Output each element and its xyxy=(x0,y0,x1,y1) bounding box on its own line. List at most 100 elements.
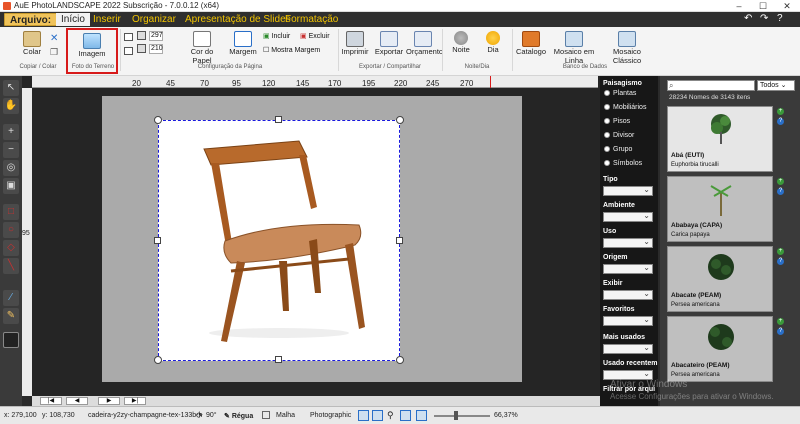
radio-grupo[interactable]: Grupo xyxy=(604,146,632,153)
radio-mobiliarios[interactable]: Mobiliários xyxy=(604,104,646,111)
add-plant-icon[interactable]: + xyxy=(777,178,784,185)
day-button[interactable]: Dia xyxy=(480,31,506,54)
resize-handle[interactable] xyxy=(396,356,404,364)
add-plant-icon[interactable]: + xyxy=(777,248,784,255)
resize-handle[interactable] xyxy=(154,356,162,364)
chair-image[interactable] xyxy=(158,120,400,361)
filter-select-ambiente[interactable] xyxy=(603,211,653,222)
plant-filter-dropdown[interactable]: Todos ⌄ xyxy=(757,80,795,91)
filter-select-origem[interactable] xyxy=(603,263,653,274)
plant-search-input[interactable] xyxy=(667,80,755,91)
plant-info-icon[interactable]: ? xyxy=(777,258,784,265)
render-mode[interactable]: Photographic xyxy=(310,412,351,419)
radio-pisos[interactable]: Pisos xyxy=(604,118,630,125)
night-button[interactable]: Noite xyxy=(448,31,474,54)
plant-card[interactable]: Abá (EUTI) Euphorbia tirucalli xyxy=(667,106,773,172)
margin-button[interactable]: Margem xyxy=(228,31,258,56)
show-margin-checkbox[interactable]: ☐ Mostra Margem xyxy=(263,46,320,54)
next-page-button[interactable]: ▶ xyxy=(98,397,120,405)
filter-select-mais-usados[interactable] xyxy=(603,343,653,354)
mosaic-line-icon xyxy=(565,31,583,47)
zoom-slider[interactable] xyxy=(434,415,490,417)
first-page-button[interactable]: |◀ xyxy=(40,397,62,405)
exclude-button[interactable]: ▣ Excluir xyxy=(300,32,330,40)
plant-info-icon[interactable]: ? xyxy=(777,118,784,125)
eyedropper-icon[interactable]: ⁄ xyxy=(3,290,19,306)
zoom-slider-thumb[interactable] xyxy=(454,411,458,420)
plant-info-icon[interactable]: ? xyxy=(777,328,784,335)
print-button[interactable]: Imprimir xyxy=(340,31,370,56)
maximize-button[interactable]: ☐ xyxy=(754,0,772,12)
copy-icon[interactable]: ❐ xyxy=(50,47,58,58)
zoom-actual-icon[interactable] xyxy=(400,410,411,421)
rectangle-tool-icon[interactable]: □ xyxy=(3,204,19,220)
radio-plantas[interactable]: Plantas xyxy=(604,90,636,97)
color-swatch[interactable] xyxy=(3,332,19,348)
frame-tool-icon[interactable]: ▣ xyxy=(3,178,19,194)
page-landscape-icon[interactable] xyxy=(124,47,133,55)
plant-card[interactable]: Ababaya (CAPA) Carica papaya xyxy=(667,176,773,242)
zoom-out-icon[interactable]: − xyxy=(3,142,19,158)
paste-button[interactable]: Colar xyxy=(18,31,46,56)
radio-simbolos[interactable]: Símbolos xyxy=(604,160,642,167)
zoom-tool-icon[interactable]: ⚲ xyxy=(387,410,394,421)
polygon-tool-icon[interactable]: ◇ xyxy=(3,240,19,256)
zoom-in-icon[interactable]: + xyxy=(3,124,19,140)
pan-tool-icon[interactable]: ✋ xyxy=(3,98,19,114)
select-tool-icon[interactable]: ↖ xyxy=(3,80,19,96)
plant-info-icon[interactable]: ? xyxy=(777,188,784,195)
add-plant-icon[interactable]: + xyxy=(777,108,784,115)
rotate-icon[interactable]: ⟳ xyxy=(196,411,203,420)
fit-width-icon[interactable] xyxy=(358,410,369,421)
catalog-button[interactable]: Catalogo xyxy=(516,31,546,56)
menu-organizar[interactable]: Organizar xyxy=(127,13,181,26)
resize-handle[interactable] xyxy=(154,237,161,244)
mosaic-line-button[interactable]: Mosaico em Linha xyxy=(546,31,602,65)
undo-icon[interactable]: ↶ xyxy=(744,13,752,24)
zoom-fit-icon[interactable]: ◎ xyxy=(3,160,19,176)
last-page-button[interactable]: ▶| xyxy=(124,397,146,405)
plant-card[interactable]: Abacateiro (PEAM) Persea americana xyxy=(667,316,773,382)
prev-page-button[interactable]: ◀ xyxy=(66,397,88,405)
menu-inserir[interactable]: Inserir xyxy=(88,13,126,26)
height-input[interactable]: 210 xyxy=(149,44,163,54)
close-button[interactable]: ✕ xyxy=(778,0,796,12)
filter-select-favoritos[interactable] xyxy=(603,315,653,326)
ruler-toggle[interactable]: ✎ Régua xyxy=(224,412,253,420)
add-plant-icon[interactable]: + xyxy=(777,318,784,325)
width-icon xyxy=(137,31,146,40)
paper-color-button[interactable]: Cor do Papel xyxy=(182,31,222,65)
mosaic-classic-button[interactable]: Mosaico Clássico xyxy=(600,31,654,65)
resize-handle[interactable] xyxy=(154,116,162,124)
menu-inicio[interactable]: Início xyxy=(56,13,90,26)
menu-file[interactable]: Arquivo: xyxy=(4,13,58,26)
cut-icon[interactable]: ✕ xyxy=(50,33,58,44)
redo-icon[interactable]: ↷ xyxy=(760,13,768,24)
resize-handle[interactable] xyxy=(275,356,282,363)
minimize-button[interactable]: – xyxy=(730,0,748,12)
budget-button[interactable]: Orçamento xyxy=(406,31,443,56)
brush-icon[interactable]: ✎ xyxy=(3,308,19,324)
menu-slides[interactable]: Apresentação de Slides xyxy=(180,13,296,26)
line-tool-icon[interactable]: ╲ xyxy=(3,258,19,274)
resize-handle[interactable] xyxy=(275,116,282,123)
plant-card[interactable]: Abacate (PEAM) Persea americana xyxy=(667,246,773,312)
resize-handle[interactable] xyxy=(396,237,403,244)
group-label-database: Banco de Dados xyxy=(562,64,608,70)
radio-divisor[interactable]: Divisor xyxy=(604,132,634,139)
grid-icon[interactable] xyxy=(262,411,270,419)
filter-select-tipo[interactable] xyxy=(603,185,653,196)
page-portrait-icon[interactable] xyxy=(124,33,133,41)
ellipse-tool-icon[interactable]: ○ xyxy=(3,222,19,238)
filter-select-uso[interactable] xyxy=(603,237,653,248)
export-button[interactable]: Exportar xyxy=(374,31,404,56)
include-button[interactable]: ▣ Incluir xyxy=(263,32,290,40)
fit-page-icon[interactable] xyxy=(372,410,383,421)
menu-formatacao[interactable]: Formatação xyxy=(280,13,343,26)
grid-toggle[interactable]: Malha xyxy=(276,412,295,419)
width-input[interactable]: 297 xyxy=(149,31,163,41)
resize-handle[interactable] xyxy=(396,116,404,124)
help-icon[interactable]: ? xyxy=(777,13,783,24)
zoom-fit-status-icon[interactable] xyxy=(416,410,427,421)
filter-select-exibir[interactable] xyxy=(603,289,653,300)
